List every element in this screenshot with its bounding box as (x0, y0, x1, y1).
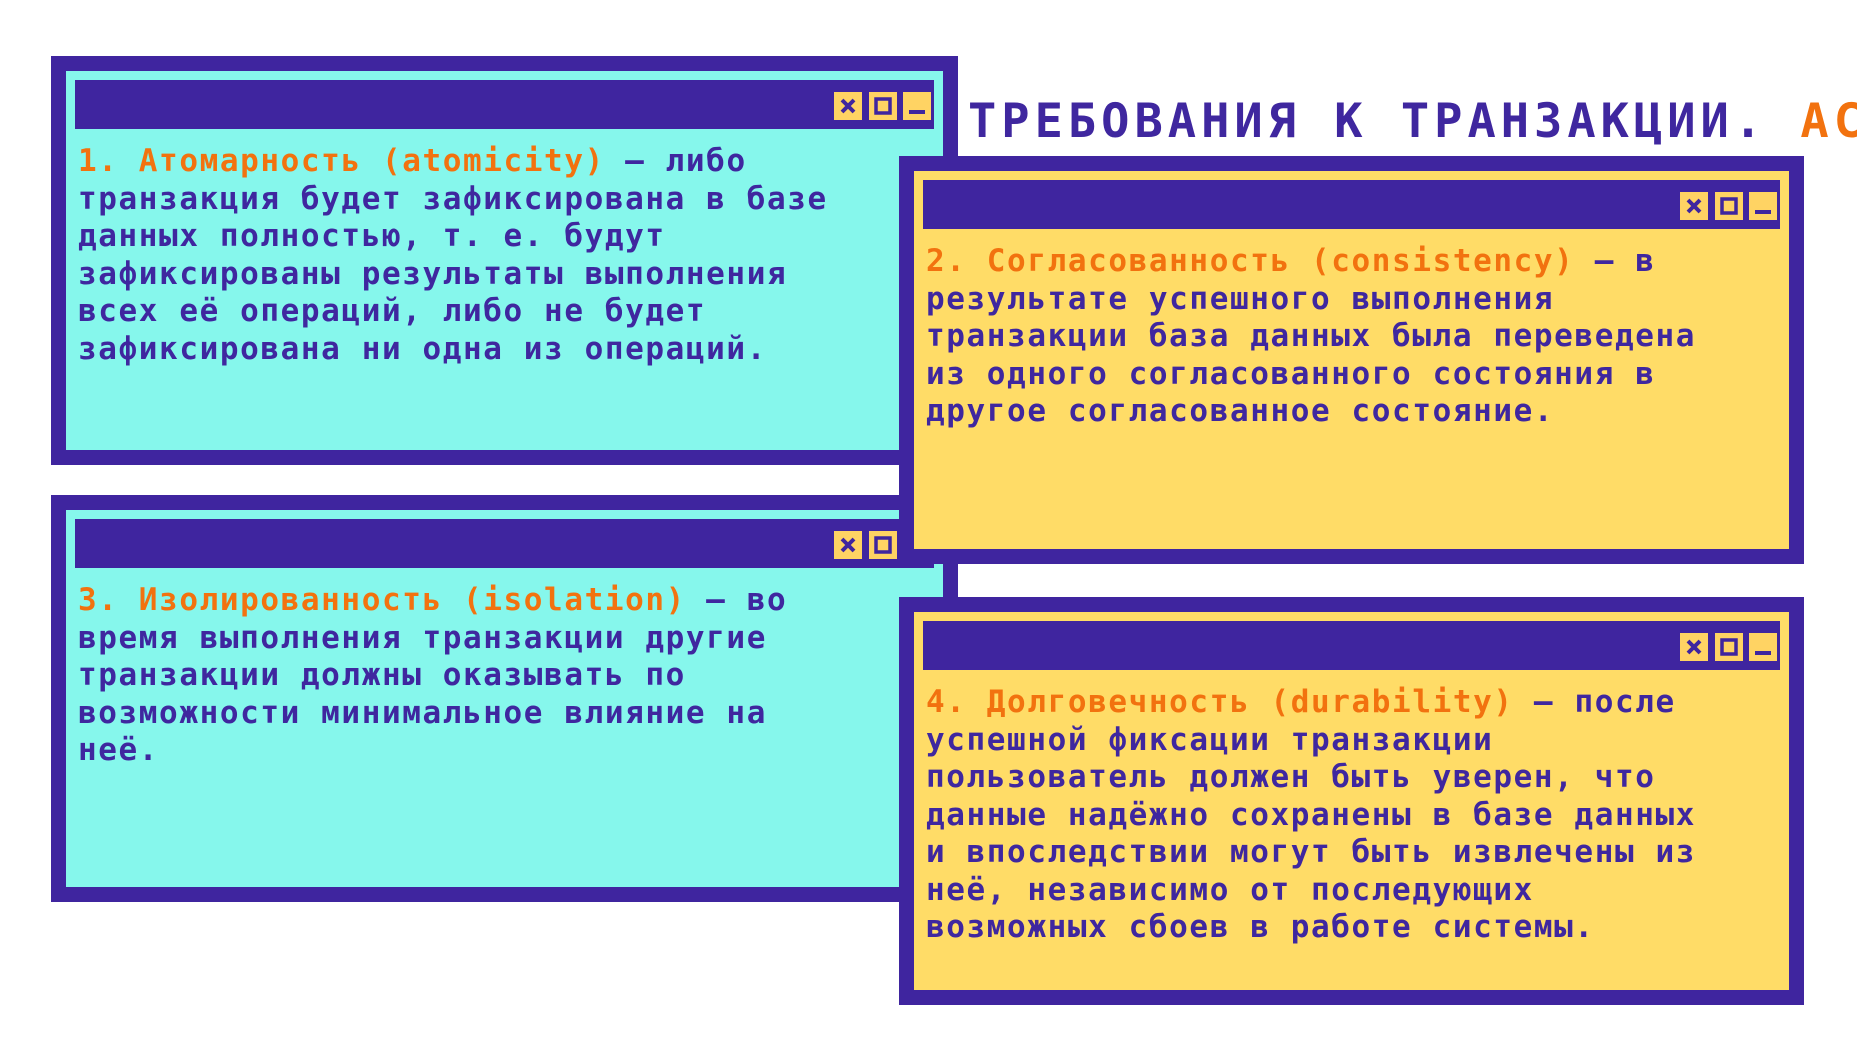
page-title-accent: ACID (1800, 94, 1857, 149)
window-text: 3. Изолированность (isolation) – во врем… (78, 582, 929, 770)
window-durability: 4. Долговечность (durability) – после ус… (899, 597, 1804, 1005)
term-label: 2. Согласованность (consistency) (926, 243, 1575, 279)
maximize-icon[interactable] (869, 92, 897, 120)
close-icon[interactable] (1680, 633, 1708, 661)
window-titlebar[interactable] (75, 519, 934, 568)
close-icon[interactable] (834, 92, 862, 120)
term-label: 4. Долговечность (durability) (926, 684, 1514, 720)
window-atomicity: 1. Атомарность (atomicity) – либо транза… (51, 56, 958, 465)
page-title: ТРЕБОВАНИЯ К ТРАНЗАКЦИИ. ACID (968, 96, 1857, 148)
window-text: 4. Долговечность (durability) – после ус… (926, 684, 1775, 947)
minimize-icon[interactable] (903, 92, 931, 120)
window-titlebar[interactable] (923, 621, 1780, 670)
page-title-main: ТРЕБОВАНИЯ К ТРАНЗАКЦИИ. (968, 94, 1768, 149)
window-text: 2. Согласованность (consistency) – в рез… (926, 243, 1775, 431)
close-icon[interactable] (834, 531, 862, 559)
maximize-icon[interactable] (869, 531, 897, 559)
window-isolation: 3. Изолированность (isolation) – во врем… (51, 495, 958, 902)
term-definition: – после успешной фиксации транзакции пол… (926, 684, 1697, 945)
close-icon[interactable] (1680, 192, 1708, 220)
minimize-icon[interactable] (1749, 192, 1777, 220)
minimize-icon[interactable] (1749, 633, 1777, 661)
window-text: 1. Атомарность (atomicity) – либо транза… (78, 143, 929, 368)
term-label: 1. Атомарность (atomicity) (78, 143, 605, 179)
window-titlebar[interactable] (75, 80, 934, 129)
window-consistency: 2. Согласованность (consistency) – в рез… (899, 156, 1804, 564)
maximize-icon[interactable] (1715, 633, 1743, 661)
window-titlebar[interactable] (923, 180, 1780, 229)
term-label: 3. Изолированность (isolation) (78, 582, 686, 618)
maximize-icon[interactable] (1715, 192, 1743, 220)
